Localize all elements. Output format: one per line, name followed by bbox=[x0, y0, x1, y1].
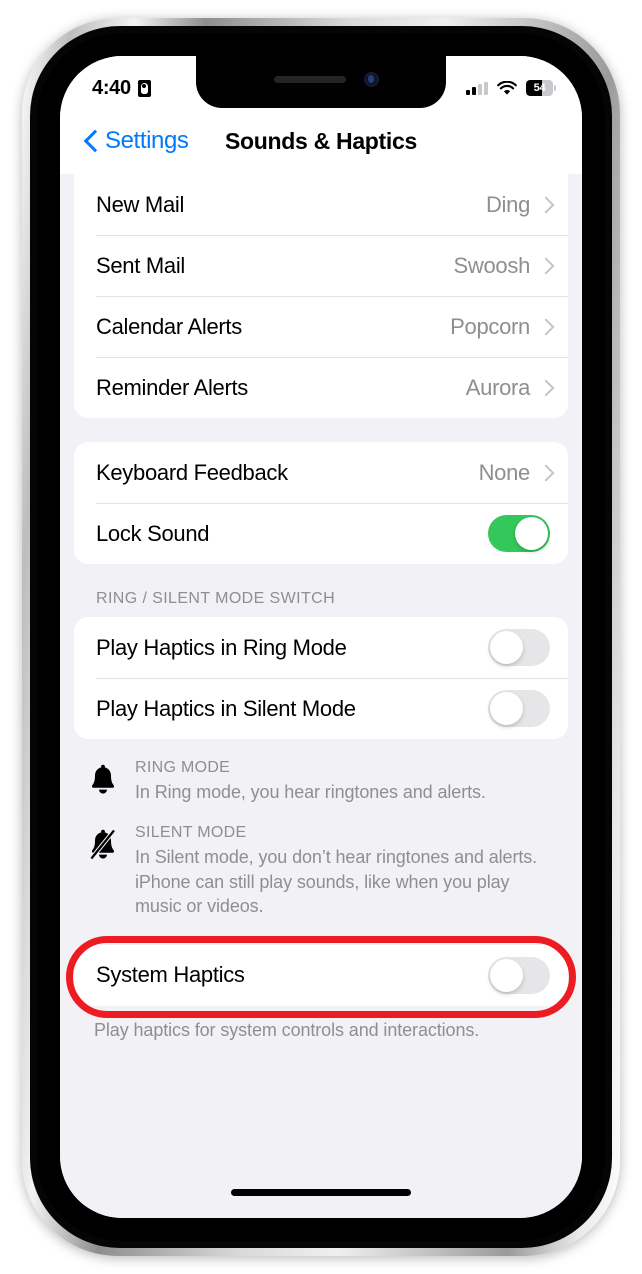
notch bbox=[196, 56, 446, 108]
row-label: Play Haptics in Ring Mode bbox=[96, 634, 347, 660]
row-label: System Haptics bbox=[96, 962, 245, 988]
front-camera-icon bbox=[364, 72, 379, 87]
row-keyboard-feedback[interactable]: Keyboard Feedback None bbox=[74, 442, 568, 503]
row-system-haptics[interactable]: System Haptics bbox=[74, 945, 568, 1006]
chevron-left-icon bbox=[84, 130, 97, 152]
play-haptics-silent-mode-toggle[interactable] bbox=[488, 690, 550, 727]
row-value: Aurora bbox=[465, 374, 531, 400]
row-value: Swoosh bbox=[453, 252, 531, 278]
row-calendar-alerts[interactable]: Calendar Alerts Popcorn bbox=[74, 296, 568, 357]
battery-icon: 54 bbox=[526, 80, 556, 96]
row-label: Keyboard Feedback bbox=[96, 459, 288, 485]
system-haptics-toggle[interactable] bbox=[488, 956, 550, 994]
footnote-title: SILENT MODE bbox=[135, 824, 247, 842]
chevron-right-icon bbox=[540, 379, 550, 396]
row-reminder-alerts[interactable]: Reminder Alerts Aurora bbox=[74, 357, 568, 418]
toggle-knob bbox=[490, 692, 523, 725]
row-value: Ding bbox=[485, 191, 530, 217]
footnote-silent-mode: SILENT MODE In Silent mode, you don’t he… bbox=[60, 824, 582, 918]
group-system-haptics: System Haptics bbox=[74, 944, 568, 1006]
wifi-icon bbox=[497, 80, 517, 96]
row-label: Lock Sound bbox=[96, 520, 210, 546]
lock-sound-toggle[interactable] bbox=[488, 515, 550, 552]
row-play-haptics-silent-mode[interactable]: Play Haptics in Silent Mode bbox=[74, 678, 568, 739]
footnote-title: RING MODE bbox=[135, 759, 231, 776]
row-play-haptics-ring-mode[interactable]: Play Haptics in Ring Mode bbox=[74, 617, 568, 678]
group-feedback: Keyboard Feedback None Lock Sound bbox=[74, 442, 568, 564]
section-header-ring-silent: RING / SILENT MODE SWITCH bbox=[96, 590, 336, 607]
bell-icon bbox=[88, 759, 118, 804]
toggle-knob bbox=[490, 958, 523, 992]
back-button-label: Settings bbox=[105, 127, 189, 154]
group-separator bbox=[60, 418, 582, 442]
row-label: Reminder Alerts bbox=[96, 374, 249, 400]
row-sent-mail[interactable]: Sent Mail Swoosh bbox=[74, 235, 568, 296]
back-button[interactable]: Settings bbox=[84, 127, 189, 155]
chevron-right-icon bbox=[540, 257, 550, 274]
row-label: New Mail bbox=[96, 191, 185, 217]
screenshot-root: 4:40 54 Settings Sounds & Haptics New Ma… bbox=[0, 0, 642, 1274]
toggle-knob bbox=[515, 517, 548, 550]
battery-level-label: 54 bbox=[533, 82, 546, 94]
system-haptics-caption: Play haptics for system controls and int… bbox=[94, 1019, 480, 1040]
phone-screen: 4:40 54 Settings Sounds & Haptics New Ma… bbox=[60, 56, 582, 1218]
cellular-signal-icon bbox=[466, 81, 488, 95]
row-new-mail[interactable]: New Mail Ding bbox=[74, 174, 568, 235]
chevron-right-icon bbox=[540, 464, 550, 481]
play-haptics-ring-mode-toggle[interactable] bbox=[488, 629, 550, 666]
navigation-bar: Settings Sounds & Haptics bbox=[60, 108, 582, 174]
earpiece-speaker-icon bbox=[274, 76, 346, 83]
toggle-knob bbox=[490, 631, 523, 664]
footnote-body: In Silent mode, you don’t hear ringtones… bbox=[135, 847, 538, 917]
status-bar-time: 4:40 bbox=[92, 76, 131, 99]
settings-list[interactable]: New Mail Ding Sent Mail Swoosh Calendar … bbox=[60, 174, 582, 1218]
row-value: Popcorn bbox=[450, 313, 530, 339]
portrait-lock-icon bbox=[137, 79, 151, 97]
group-alert-sounds: New Mail Ding Sent Mail Swoosh Calendar … bbox=[74, 174, 568, 418]
chevron-right-icon bbox=[540, 196, 550, 213]
footnote-ring-mode: RING MODE In Ring mode, you hear rington… bbox=[60, 759, 582, 804]
row-lock-sound[interactable]: Lock Sound bbox=[74, 503, 568, 564]
row-value: None bbox=[478, 459, 531, 485]
bell-slash-icon bbox=[88, 824, 118, 918]
footnote-body: In Ring mode, you hear ringtones and ale… bbox=[135, 782, 486, 802]
row-label: Sent Mail bbox=[96, 252, 186, 278]
group-ring-silent: Play Haptics in Ring Mode Play Haptics i… bbox=[74, 617, 568, 739]
system-haptics-section: System Haptics Play haptics for system c… bbox=[60, 935, 582, 1041]
status-bar-left: 4:40 bbox=[92, 77, 151, 100]
row-label: Play Haptics in Silent Mode bbox=[96, 695, 356, 721]
status-bar-right: 54 bbox=[466, 80, 556, 96]
row-label: Calendar Alerts bbox=[96, 313, 242, 339]
chevron-right-icon bbox=[540, 318, 550, 335]
home-indicator[interactable] bbox=[231, 1189, 411, 1196]
